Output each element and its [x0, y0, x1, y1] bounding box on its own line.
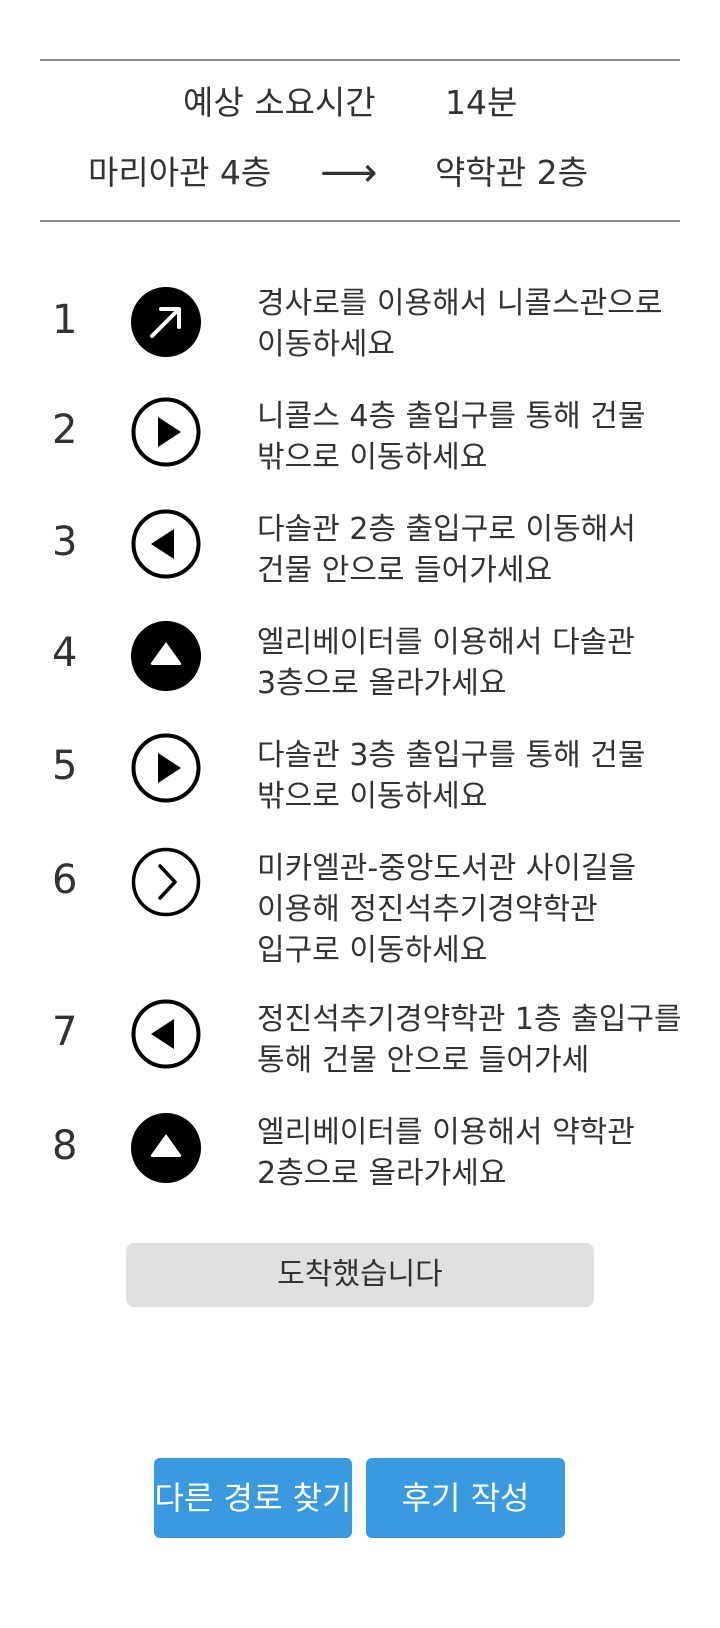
reverse-circle-icon [130, 998, 202, 1070]
step-instruction: 엘리베이터를 이용해서 다솔관 3층으로 올라가세요 [257, 625, 635, 701]
up-triangle-icon [130, 620, 202, 692]
step-instruction: 경사로를 이용해서 니콜스관으로 이동하세요 [257, 286, 663, 362]
step-number: 8 [52, 1123, 78, 1169]
play-circle-icon [130, 396, 202, 468]
chevron-right-circle-icon [130, 846, 202, 918]
estimated-time-row: 예상 소요시간 14분 [40, 73, 680, 133]
step-instruction: 미카엘관-중앙도서관 사이길을 이용해 정진석추기경약학관 입구로 이동하세요 [257, 851, 637, 968]
top-divider [40, 59, 680, 61]
step-number: 3 [52, 519, 78, 565]
other-route-button[interactable]: 다른 경로 찾기 [154, 1458, 352, 1538]
step-number: 5 [52, 743, 78, 789]
bottom-divider [40, 220, 680, 222]
step-instruction: 다솔관 2층 출입구로 이동해서 건물 안으로 들어가세요 [257, 512, 636, 588]
step-instruction: 다솔관 3층 출입구를 통해 건물 밖으로 이동하세요 [257, 738, 646, 814]
arrived-button[interactable]: 도착했습니다 [126, 1243, 594, 1307]
estimated-time-value: 14분 [445, 83, 518, 122]
write-review-button[interactable]: 후기 작성 [366, 1458, 565, 1538]
play-circle-icon [130, 732, 202, 804]
step-number: 6 [52, 857, 78, 903]
step-number: 7 [52, 1009, 78, 1055]
step-number: 1 [52, 297, 78, 343]
up-triangle-icon [130, 1112, 202, 1184]
destination-location: 약학관 2층 [435, 153, 588, 192]
route-arrow-icon: ⟶ [320, 150, 378, 196]
arrow-up-right-icon [130, 286, 202, 358]
step-instruction: 엘리베이터를 이용해서 약학관 2층으로 올라가세요 [257, 1115, 635, 1191]
route-summary-row: 마리아관 4층 ⟶ 약학관 2층 [40, 143, 680, 203]
origin-location: 마리아관 4층 [88, 153, 272, 192]
step-number: 2 [52, 407, 78, 453]
reverse-circle-icon [130, 508, 202, 580]
step-number: 4 [52, 630, 78, 676]
step-instruction: 정진석추기경약학관 1층 출입구를 통해 건물 안으로 들어가세 [257, 1002, 682, 1078]
step-instruction: 니콜스 4층 출입구를 통해 건물 밖으로 이동하세요 [257, 399, 646, 475]
estimated-time-label: 예상 소요시간 [183, 83, 376, 122]
